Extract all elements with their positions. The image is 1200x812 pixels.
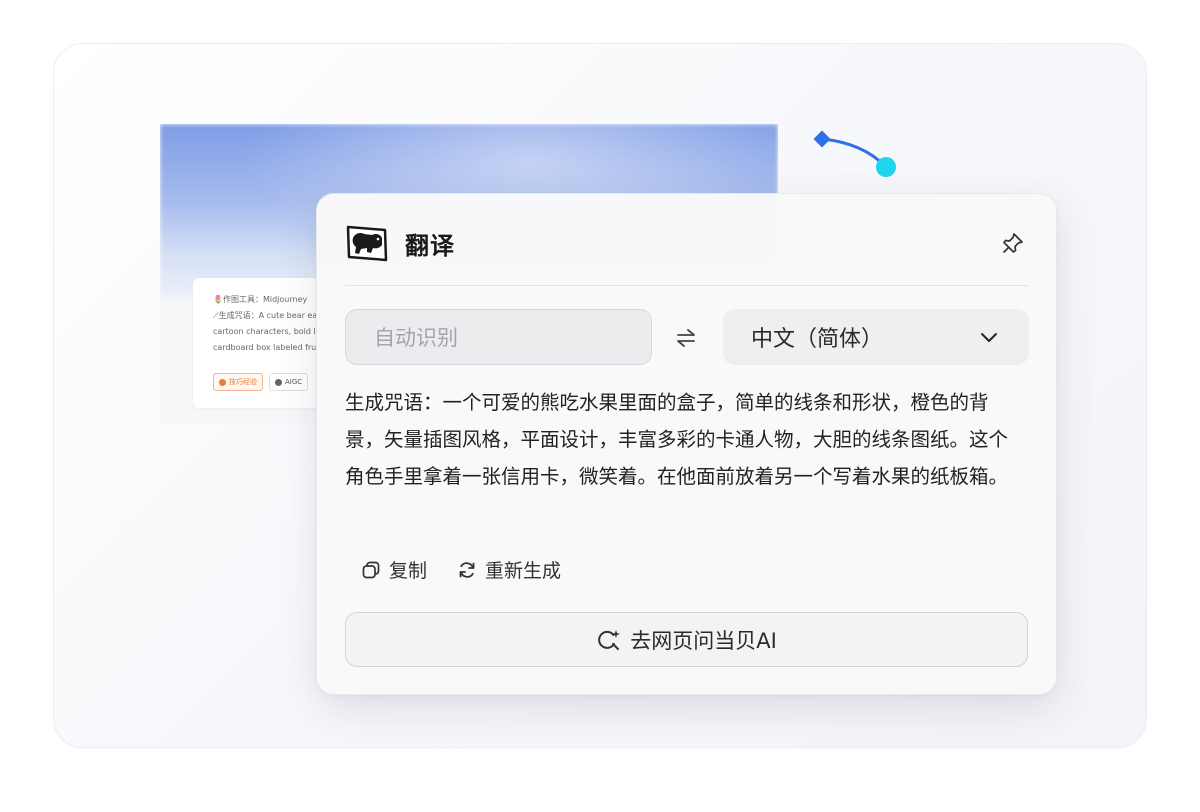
- source-language-select[interactable]: 自动识别: [345, 309, 652, 365]
- copy-button[interactable]: 复制: [361, 556, 427, 583]
- target-language-label: 中文（简体）: [751, 327, 884, 352]
- regenerate-button[interactable]: 重新生成: [457, 556, 561, 583]
- open-web-ai-label: 去网页问当贝AI: [630, 628, 777, 653]
- background-tag: 技巧经验: [213, 373, 263, 391]
- result-actions: 复制 重新生成: [361, 556, 561, 583]
- panel-title: 翻译: [405, 231, 455, 260]
- swap-arrows-icon: [677, 329, 695, 347]
- tag-dot-icon: [219, 378, 226, 386]
- connector-decoration-icon: [813, 130, 896, 177]
- chevron-down-icon: [981, 333, 997, 342]
- header-divider: [345, 285, 1028, 286]
- pin-button[interactable]: [998, 228, 1028, 258]
- copy-icon: [362, 561, 380, 578]
- tag-label: 技巧经验: [229, 378, 257, 386]
- tag-dot-icon: [275, 378, 282, 386]
- refresh-icon: [459, 561, 475, 578]
- panel-header: 翻译: [345, 220, 1028, 266]
- translation-result: 生成咒语：一个可爱的熊吃水果里面的盒子，简单的线条和形状，橙色的背景，矢量插图风…: [345, 391, 1009, 488]
- source-language-label: 自动识别: [374, 326, 458, 350]
- background-tags: 技巧经验 AIGC: [213, 373, 309, 391]
- regenerate-label: 重新生成: [485, 560, 562, 582]
- target-language-select[interactable]: 中文（简体）: [723, 309, 1029, 365]
- open-web-ai-button[interactable]: 去网页问当贝AI: [345, 612, 1028, 667]
- tag-label: AIGC: [285, 378, 303, 386]
- translation-panel: 翻译 自动识别 中文（简体） 生成咒语：一个可爱的熊吃水果里面的盒子，简单的线条…: [316, 193, 1057, 695]
- dog-logo-icon: [346, 225, 388, 262]
- language-row: 自动识别 中文（简体）: [345, 309, 1029, 365]
- swap-language-button[interactable]: [670, 322, 702, 354]
- sparkle-search-icon: [598, 629, 621, 650]
- copy-label: 复制: [389, 560, 428, 582]
- pin-icon: [1003, 233, 1023, 253]
- background-tag: AIGC: [269, 373, 309, 391]
